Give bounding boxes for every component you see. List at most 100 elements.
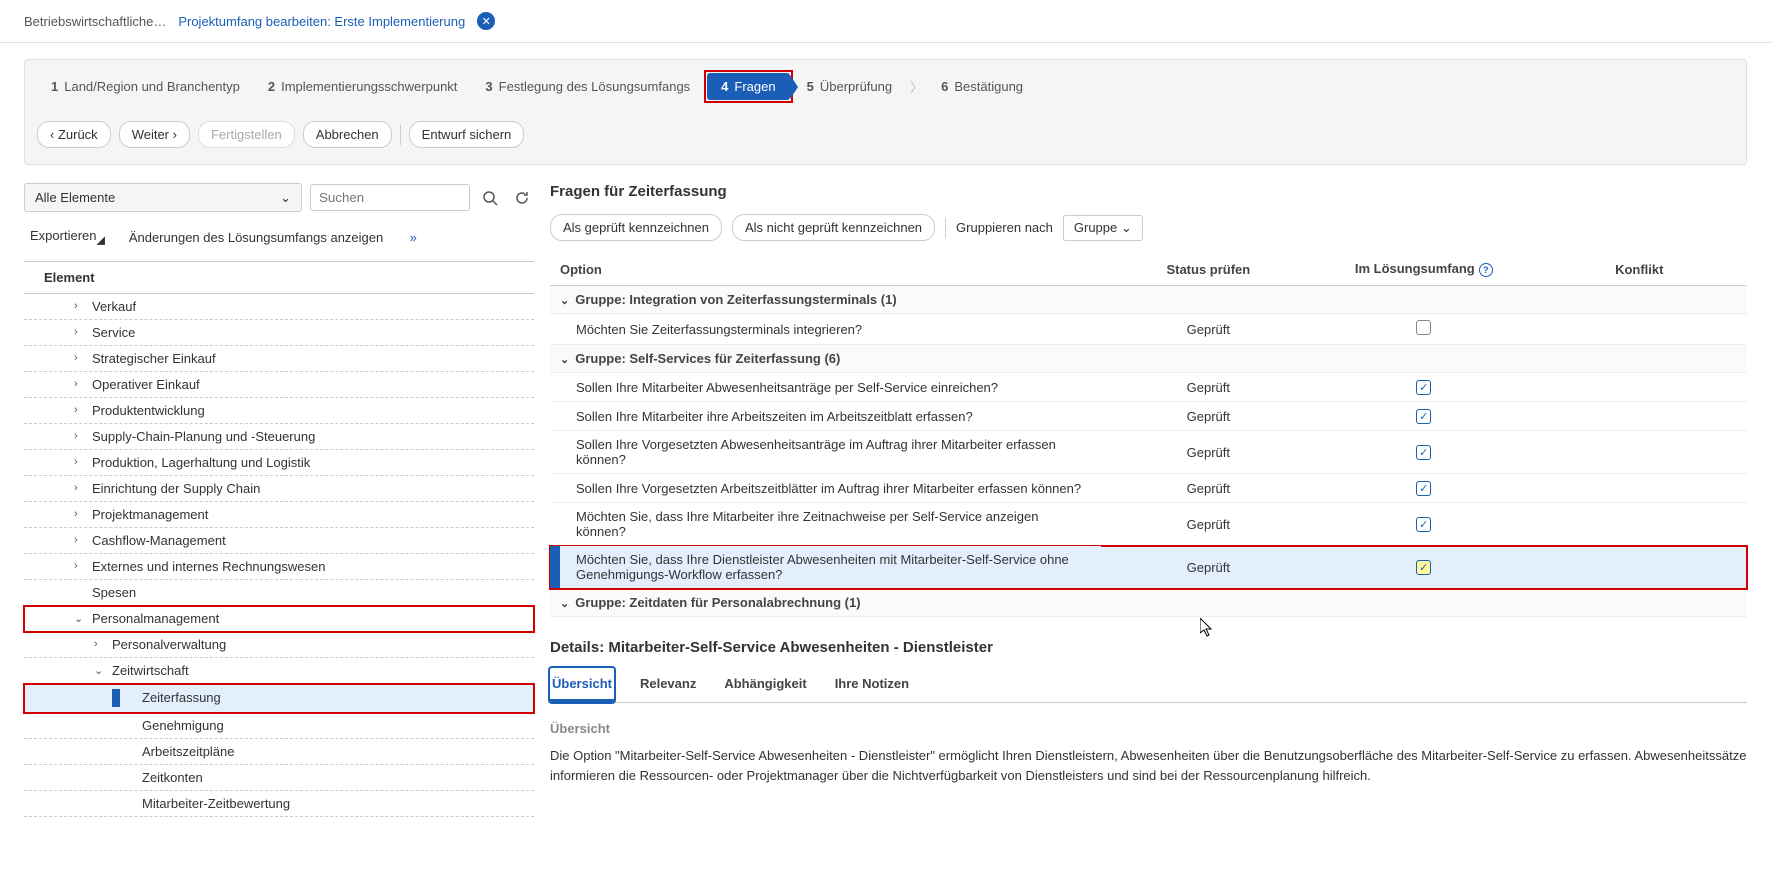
tree-item[interactable]: › Verkauf: [24, 294, 534, 320]
group-by-label: Gruppieren nach: [956, 220, 1053, 235]
question-row[interactable]: Möchten Sie, dass Ihre Mitarbeiter ihre …: [550, 503, 1747, 546]
back-button[interactable]: ‹ Zurück: [37, 121, 111, 148]
wizard-step-3[interactable]: 3Festlegung des Lösungsumfangs: [471, 73, 704, 100]
tree-item[interactable]: ⌄Zeitwirtschaft: [24, 658, 534, 684]
tree-item[interactable]: ›Externes und internes Rechnungswesen: [24, 554, 534, 580]
tree-item[interactable]: ›Operativer Einkauf: [24, 372, 534, 398]
breadcrumb-parent[interactable]: Betriebswirtschaftliche…: [24, 14, 166, 29]
chevron-right-icon: 〉: [910, 77, 923, 96]
scope-checkbox[interactable]: [1416, 320, 1431, 335]
tab-overview[interactable]: Übersicht: [550, 668, 614, 702]
tree-item-label: Genehmigung: [142, 718, 224, 733]
tree-item[interactable]: Arbeitszeitpläne: [24, 739, 534, 765]
overview-heading: Übersicht: [550, 721, 1747, 736]
col-option: Option: [550, 253, 1101, 286]
wizard-step-5[interactable]: 5Überprüfung: [793, 73, 907, 100]
group-title: Gruppe: Zeitdaten für Personalabrechnung…: [575, 595, 860, 610]
status-cell: Geprüft: [1101, 402, 1316, 431]
tab-notes[interactable]: Ihre Notizen: [833, 668, 911, 702]
wizard-step-1[interactable]: 1Land/Region und Branchentyp: [37, 73, 254, 100]
tree-item[interactable]: Zeitkonten: [24, 765, 534, 791]
tree-item[interactable]: ›Einrichtung der Supply Chain: [24, 476, 534, 502]
next-button[interactable]: Weiter ›: [119, 121, 190, 148]
tree-item-label: Cashflow-Management: [92, 533, 226, 548]
question-row[interactable]: Sollen Ihre Vorgesetzten Abwesenheitsant…: [550, 431, 1747, 474]
close-icon[interactable]: ✕: [477, 12, 495, 30]
tree-item[interactable]: ›Supply-Chain-Planung und -Steuerung: [24, 424, 534, 450]
group-by-select[interactable]: Gruppe ⌄: [1063, 215, 1143, 241]
divider: [400, 125, 401, 145]
question-row[interactable]: Möchten Sie Zeiterfassungsterminals inte…: [550, 314, 1747, 345]
tree-item[interactable]: ›Strategischer Einkauf: [24, 346, 534, 372]
cancel-button[interactable]: Abbrechen: [303, 121, 392, 148]
chevron-down-icon: ⌄: [280, 190, 291, 206]
tree-item[interactable]: ⌄ Personalmanagement: [24, 606, 534, 632]
header-panel: 1Land/Region und Branchentyp 2Implementi…: [24, 59, 1747, 165]
tree-item-label: Verkauf: [92, 299, 136, 314]
tree-item[interactable]: ›Projektmanagement: [24, 502, 534, 528]
question-row[interactable]: Möchten Sie, dass Ihre Dienstleister Abw…: [550, 546, 1747, 589]
wizard-steps: 1Land/Region und Branchentyp 2Implementi…: [37, 70, 1734, 103]
tree-item[interactable]: Genehmigung: [24, 713, 534, 739]
tree-item-label: Strategischer Einkauf: [92, 351, 216, 366]
chevron-icon: ⌄: [74, 612, 86, 625]
tree-item[interactable]: Zeiterfassung: [24, 684, 534, 713]
tree-item[interactable]: ›Service: [24, 320, 534, 346]
tree-item-label: Einrichtung der Supply Chain: [92, 481, 260, 496]
info-icon[interactable]: ?: [1479, 263, 1493, 277]
group-title: Gruppe: Integration von Zeiterfassungste…: [575, 292, 896, 307]
chevron-icon: ›: [74, 508, 86, 520]
group-title: Gruppe: Self-Services für Zeiterfassung …: [575, 351, 840, 366]
question-row[interactable]: Sollen Ihre Mitarbeiter ihre Arbeitszeit…: [550, 402, 1747, 431]
more-icon[interactable]: »: [401, 225, 425, 249]
wizard-step-2[interactable]: 2Implementierungsschwerpunkt: [254, 73, 472, 100]
search-icon[interactable]: [478, 186, 502, 210]
status-cell: Geprüft: [1101, 373, 1316, 402]
question-row[interactable]: Sollen Ihre Mitarbeiter Abwesenheitsantr…: [550, 373, 1747, 402]
status-cell: Geprüft: [1101, 314, 1316, 345]
finish-button: Fertigstellen: [198, 121, 295, 148]
tree-item[interactable]: Spesen: [24, 580, 534, 606]
element-tree: ›Verkauf›Service›Strategischer Einkauf›O…: [24, 294, 534, 817]
tree-item-label: Personalmanagement: [92, 611, 219, 626]
save-draft-button[interactable]: Entwurf sichern: [409, 121, 525, 148]
status-cell: Geprüft: [1101, 546, 1316, 589]
wizard-step-6[interactable]: 6Bestätigung: [927, 73, 1037, 100]
selection-bar: [550, 546, 560, 588]
tree-item[interactable]: ›Cashflow-Management: [24, 528, 534, 554]
scope-checkbox[interactable]: ✓: [1416, 409, 1431, 424]
mark-checked-button[interactable]: Als geprüft kennzeichnen: [550, 214, 722, 241]
tree-item[interactable]: Mitarbeiter-Zeitbewertung: [24, 791, 534, 817]
tab-dependency[interactable]: Abhängigkeit: [722, 668, 808, 702]
question-row[interactable]: Sollen Ihre Vorgesetzten Arbeitszeitblät…: [550, 474, 1747, 503]
group-row[interactable]: ⌄Gruppe: Self-Services für Zeiterfassung…: [550, 345, 1747, 373]
tree-item-label: Produktion, Lagerhaltung und Logistik: [92, 455, 310, 470]
export-button[interactable]: Exportieren◢: [24, 224, 111, 251]
group-row[interactable]: ⌄Gruppe: Integration von Zeiterfassungst…: [550, 286, 1747, 314]
tree-item[interactable]: ›Produktion, Lagerhaltung und Logistik: [24, 450, 534, 476]
scope-checkbox[interactable]: ✓: [1416, 560, 1431, 575]
search-input[interactable]: [310, 184, 470, 211]
conflict-cell: [1532, 546, 1747, 589]
questions-table: Option Status prüfen Im Lösungsumfang? K…: [550, 253, 1747, 617]
scope-checkbox[interactable]: ✓: [1416, 380, 1431, 395]
filter-select[interactable]: Alle Elemente ⌄: [24, 183, 302, 212]
scope-checkbox[interactable]: ✓: [1416, 517, 1431, 532]
show-changes-button[interactable]: Änderungen des Lösungsumfangs anzeigen: [123, 226, 389, 249]
scope-checkbox[interactable]: ✓: [1416, 445, 1431, 460]
tree-item-label: Zeiterfassung: [142, 690, 221, 705]
question-text: Möchten Sie Zeiterfassungsterminals inte…: [576, 322, 862, 337]
scope-checkbox[interactable]: ✓: [1416, 481, 1431, 496]
refresh-icon[interactable]: [510, 186, 534, 210]
conflict-cell: [1532, 431, 1747, 474]
tree-item-label: Zeitwirtschaft: [112, 663, 189, 678]
question-text: Sollen Ihre Vorgesetzten Arbeitszeitblät…: [576, 481, 1081, 496]
tab-relevance[interactable]: Relevanz: [638, 668, 698, 702]
mark-unchecked-button[interactable]: Als nicht geprüft kennzeichnen: [732, 214, 935, 241]
group-row[interactable]: ⌄Gruppe: Zeitdaten für Personalabrechnun…: [550, 589, 1747, 617]
wizard-step-4[interactable]: 4Fragen: [707, 73, 789, 100]
chevron-icon: ›: [74, 300, 86, 312]
conflict-cell: [1532, 373, 1747, 402]
tree-item[interactable]: ›Personalverwaltung: [24, 632, 534, 658]
tree-item[interactable]: ›Produktentwicklung: [24, 398, 534, 424]
